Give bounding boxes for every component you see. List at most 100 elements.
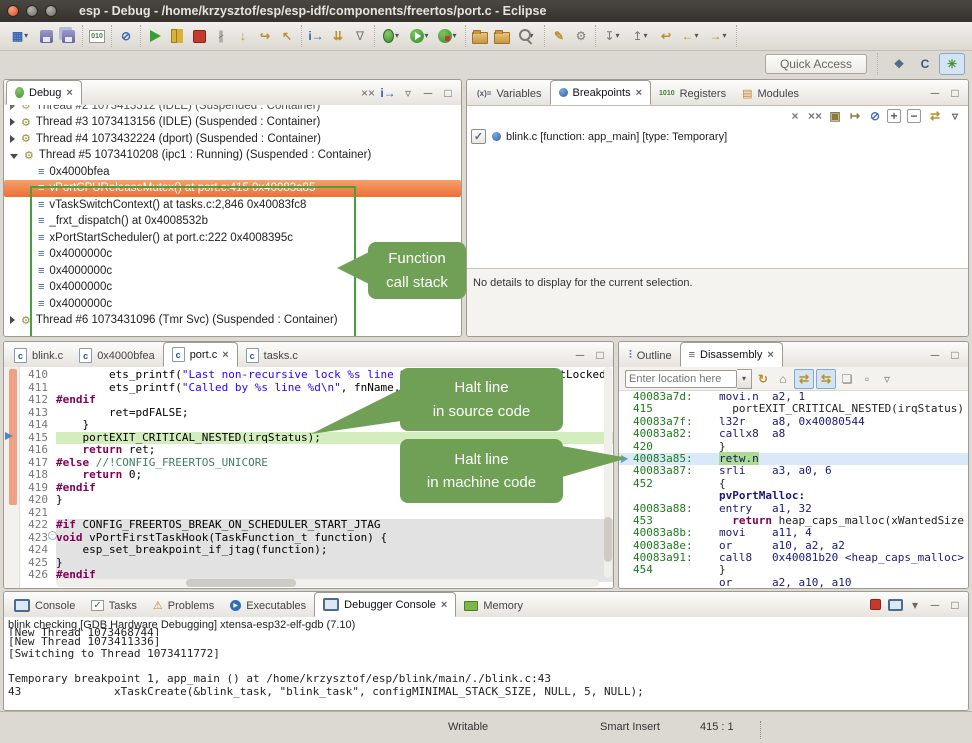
new-wizard-icon[interactable]: ▦▾ bbox=[8, 26, 34, 46]
stack-frame-row[interactable]: ≡0x4000bfea bbox=[4, 164, 461, 181]
view-tab-disassembly[interactable]: ≡Disassembly× bbox=[680, 342, 783, 367]
instruction-stepping-mode-icon[interactable]: i→ bbox=[379, 84, 397, 102]
open-perspective-button[interactable]: ❖ bbox=[887, 54, 911, 74]
console-tab-problems[interactable]: ⚠Problems bbox=[145, 594, 222, 617]
save-all-icon[interactable] bbox=[58, 26, 78, 46]
window-minimize-button[interactable] bbox=[26, 5, 38, 17]
last-edit-location-icon[interactable]: ↩ bbox=[656, 26, 676, 46]
goto-file-for-breakpoint-icon[interactable]: ↦ bbox=[846, 107, 864, 125]
back-icon[interactable]: ←▾ bbox=[678, 26, 704, 46]
stack-frame-row[interactable]: ≡_frxt_dispatch() at 0x4008532b bbox=[4, 213, 461, 230]
terminate-console-icon[interactable] bbox=[866, 596, 884, 614]
console-tab-console[interactable]: Console bbox=[6, 594, 83, 617]
step-filters-icon[interactable]: ∇ bbox=[350, 26, 370, 46]
thread-row[interactable]: ⚙Thread #2 1073413312 (IDLE) (Suspended … bbox=[4, 105, 461, 114]
annotations-icon[interactable]: ⚙ bbox=[571, 26, 591, 46]
profile-icon[interactable]: ▾ bbox=[435, 26, 461, 46]
console-tab-executables[interactable]: ▶Executables bbox=[222, 594, 314, 617]
step-return-icon[interactable]: ↖ bbox=[277, 26, 297, 46]
editor-tab-blink-c[interactable]: cblink.c bbox=[6, 344, 71, 367]
open-element-icon[interactable] bbox=[470, 26, 490, 46]
cpp-perspective-button[interactable]: C bbox=[913, 54, 937, 74]
close-icon[interactable]: × bbox=[222, 349, 228, 361]
resume-icon[interactable] bbox=[145, 26, 165, 46]
view-tab-modules[interactable]: ▤Modules bbox=[734, 82, 807, 105]
view-menu-icon[interactable]: ▿ bbox=[946, 107, 964, 125]
fold-marker-icon[interactable]: − bbox=[48, 531, 57, 540]
editor-tab-0x4000bfea[interactable]: c0x4000bfea bbox=[71, 344, 163, 367]
step-over-icon[interactable]: ↪ bbox=[255, 26, 275, 46]
disassembly-line[interactable]: 40083a91:call8 0x40081b20 <heap_caps_mal… bbox=[619, 552, 968, 564]
debug-perspective-button[interactable]: ✳ bbox=[939, 53, 965, 75]
close-icon[interactable]: × bbox=[636, 87, 642, 99]
disassembly-listing[interactable]: 40083a7d:movi.n a2, 1415 portEXIT_CRITIC… bbox=[619, 391, 968, 588]
view-tab-registers[interactable]: 1010Registers bbox=[651, 82, 734, 105]
suspend-icon[interactable] bbox=[167, 26, 187, 46]
edit-marker-icon[interactable]: ✎ bbox=[549, 26, 569, 46]
sync-selection-icon[interactable]: ⇆ bbox=[816, 369, 836, 389]
home-icon[interactable]: ⌂ bbox=[774, 370, 792, 388]
code-line-424[interactable]: 424 esp_set_breakpoint_if_jtag(function)… bbox=[4, 544, 613, 557]
console-tab-debugger-console[interactable]: Debugger Console× bbox=[314, 592, 456, 617]
console-dropdown-icon[interactable]: ▾ bbox=[906, 596, 924, 614]
step-into-icon[interactable]: ↓ bbox=[233, 26, 253, 46]
editor-hscrollbar[interactable] bbox=[56, 579, 599, 587]
breakpoint-checkbox[interactable]: ✓ bbox=[471, 129, 486, 144]
location-dropdown-icon[interactable]: ▾ bbox=[737, 369, 752, 389]
debugger-console-output[interactable]: blink checking [GDB Hardware Debugging] … bbox=[4, 617, 968, 710]
view-tab-variables[interactable]: (x)=Variables bbox=[469, 82, 550, 105]
show-breakpoints-for-selection-icon[interactable]: ▣ bbox=[826, 107, 844, 125]
stack-frame-row[interactable]: ≡vTaskSwitchContext() at tasks.c:2,846 0… bbox=[4, 197, 461, 214]
remove-breakpoint-icon[interactable]: × bbox=[786, 107, 804, 125]
disassembly-line[interactable]: 40083a87:srli a3, a0, 6 bbox=[619, 465, 968, 477]
location-input[interactable] bbox=[625, 370, 737, 388]
run-icon[interactable]: ▾ bbox=[407, 26, 433, 46]
close-icon[interactable]: × bbox=[441, 599, 447, 611]
binary-icon[interactable]: 010 bbox=[87, 26, 107, 46]
display-selected-console-icon[interactable] bbox=[886, 596, 904, 614]
close-icon[interactable]: × bbox=[66, 87, 72, 99]
maximize-icon[interactable]: □ bbox=[591, 346, 609, 364]
previous-annotation-icon[interactable]: ↥▾ bbox=[628, 26, 654, 46]
tab-debug[interactable]: Debug × bbox=[6, 80, 82, 105]
minimize-icon[interactable]: ─ bbox=[926, 346, 944, 364]
maximize-icon[interactable]: □ bbox=[946, 84, 964, 102]
pin-icon[interactable]: ▫ bbox=[858, 370, 876, 388]
next-annotation-icon[interactable]: ↧▾ bbox=[600, 26, 626, 46]
window-maximize-button[interactable] bbox=[45, 5, 57, 17]
breakpoint-item[interactable]: ✓ blink.c [function: app_main] [type: Te… bbox=[471, 128, 727, 145]
disassembly-line[interactable]: or a2, a10, a10 bbox=[619, 577, 968, 588]
editor-tab-tasks-c[interactable]: ctasks.c bbox=[238, 344, 306, 367]
thread-row[interactable]: ⚙Thread #3 1073413156 (IDLE) (Suspended … bbox=[4, 114, 461, 131]
quick-access-button[interactable]: Quick Access bbox=[765, 54, 867, 74]
sync-pc-icon[interactable]: ⇄ bbox=[794, 369, 814, 389]
stack-frame-row[interactable]: ≡vPortCPUReleaseMutex() at port.c:415 0x… bbox=[4, 180, 461, 197]
maximize-icon[interactable]: □ bbox=[439, 84, 457, 102]
open-resource-icon[interactable] bbox=[492, 26, 512, 46]
close-icon[interactable]: × bbox=[767, 349, 773, 361]
link-with-debug-view-icon[interactable]: ⇄ bbox=[926, 107, 944, 125]
view-tab-breakpoints[interactable]: Breakpoints× bbox=[550, 80, 652, 105]
minimize-icon[interactable]: ─ bbox=[926, 596, 944, 614]
view-tab-outline[interactable]: ⫶Outline bbox=[621, 344, 680, 367]
debug-icon[interactable]: ▾ bbox=[379, 26, 405, 46]
maximize-icon[interactable]: □ bbox=[946, 346, 964, 364]
thread-row[interactable]: ⚙Thread #4 1073432224 (dport) (Suspended… bbox=[4, 131, 461, 148]
disconnect-icon[interactable]: ∦ bbox=[211, 26, 231, 46]
disassembly-line[interactable]: 40083a82:callx8 a8 bbox=[619, 428, 968, 440]
editor-vscrollbar[interactable] bbox=[604, 367, 612, 578]
thread-row[interactable]: ⚙Thread #6 1073431096 (Tmr Svc) (Suspend… bbox=[4, 312, 461, 329]
minimize-icon[interactable]: ─ bbox=[926, 84, 944, 102]
terminate-icon[interactable] bbox=[189, 26, 209, 46]
window-close-button[interactable] bbox=[7, 5, 19, 17]
expand-all-icon[interactable]: + bbox=[887, 109, 901, 123]
collapse-all-icon[interactable]: − bbox=[907, 109, 921, 123]
editor-tab-port-c[interactable]: cport.c× bbox=[163, 342, 238, 367]
instruction-stepping-icon[interactable]: i→ bbox=[306, 26, 326, 46]
minimize-icon[interactable]: ─ bbox=[419, 84, 437, 102]
thread-row[interactable]: ⚙Thread #5 1073410208 (ipc1 : Running) (… bbox=[4, 147, 461, 164]
save-icon[interactable] bbox=[36, 26, 56, 46]
refresh-icon[interactable]: ↻ bbox=[754, 370, 772, 388]
console-tab-memory[interactable]: Memory bbox=[456, 594, 531, 617]
console-tab-tasks[interactable]: ✓Tasks bbox=[83, 594, 145, 617]
